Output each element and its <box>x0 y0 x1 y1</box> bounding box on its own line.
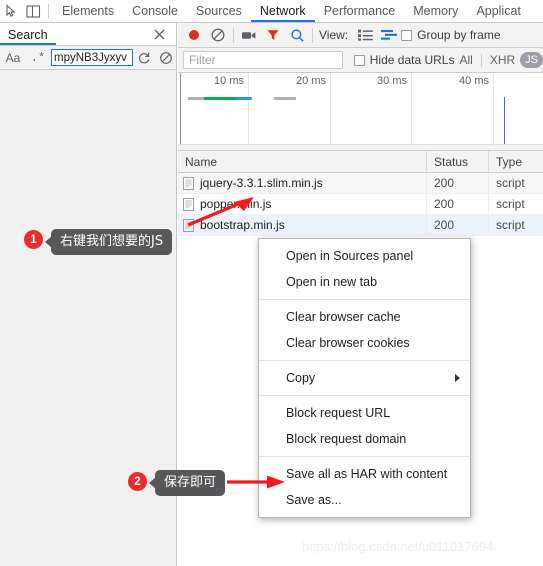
chevron-right-icon <box>455 374 460 382</box>
hide-data-urls-label: Hide data URLs <box>369 53 455 67</box>
request-status-cell: 200 <box>426 194 488 214</box>
list-view-icon[interactable] <box>353 24 377 46</box>
menu-item-copy-label: Copy <box>286 371 316 385</box>
search-input[interactable] <box>51 49 133 66</box>
type-filter-js[interactable]: JS <box>520 52 543 68</box>
menu-item-clear-browser-cookies[interactable]: Clear browser cookies <box>259 330 470 356</box>
overview-tick-40ms: 40 ms <box>459 75 489 87</box>
tab-console[interactable]: Console <box>123 0 187 22</box>
menu-item-block-request-url[interactable]: Block request URL <box>259 400 470 426</box>
filter-input[interactable] <box>183 51 343 69</box>
overview-gridline <box>493 73 494 150</box>
devtools-tab-bar: Elements Console Sources Network Perform… <box>0 0 543 23</box>
search-panel-title[interactable]: Search <box>0 23 56 45</box>
tabbar-divider <box>48 4 49 18</box>
refresh-icon[interactable] <box>133 48 155 68</box>
annotation-bubble-1: 右键我们想要的JS <box>51 229 173 255</box>
request-name-cell: jquery-3.3.1.slim.min.js <box>178 173 426 193</box>
menu-item-clear-browser-cache[interactable]: Clear browser cache <box>259 304 470 330</box>
search-icon[interactable] <box>285 24 309 46</box>
menu-separator <box>259 395 470 396</box>
clear-icon[interactable] <box>206 24 230 46</box>
request-type-cell: script <box>488 194 543 214</box>
type-filter-divider <box>480 53 482 67</box>
annotation-arrow-2 <box>227 472 289 492</box>
context-menu: Open in Sources panel Open in new tab Cl… <box>258 238 471 518</box>
overview-tick-30ms: 30 ms <box>377 75 407 87</box>
column-header-name[interactable]: Name <box>178 151 426 173</box>
filter-funnel-icon[interactable] <box>261 24 285 46</box>
menu-item-open-in-new-tab[interactable]: Open in new tab <box>259 269 470 295</box>
search-results-area <box>0 71 176 566</box>
toolbar-divider <box>233 27 234 43</box>
script-file-icon <box>183 176 194 190</box>
overview-tick-10ms: 10 ms <box>214 75 244 87</box>
table-row[interactable]: jquery-3.3.1.slim.min.js 200 script <box>178 173 543 194</box>
menu-separator <box>259 299 470 300</box>
annotation-badge-2: 2 <box>128 472 147 491</box>
type-filter-all[interactable]: All <box>454 53 477 67</box>
overview-left-boundary <box>180 73 181 150</box>
tab-memory[interactable]: Memory <box>404 0 467 22</box>
type-filter-xhr[interactable]: XHR <box>485 53 520 67</box>
menu-separator <box>259 456 470 457</box>
menu-separator <box>259 360 470 361</box>
view-label: View: <box>319 28 349 42</box>
request-type-cell: script <box>488 215 543 235</box>
watermark: https://blog.csdn.net/u011017694 <box>302 539 494 554</box>
tab-elements[interactable]: Elements <box>53 0 123 22</box>
annotation-bubble-2: 保存即可 <box>155 470 226 496</box>
request-type-cell: script <box>488 173 543 193</box>
request-status-cell: 200 <box>426 173 488 193</box>
network-filter-bar: Hide data URLs All XHR JS <box>178 48 543 73</box>
group-by-frame-checkbox[interactable] <box>401 29 413 41</box>
overview-gridline <box>411 73 412 150</box>
overview-gridline <box>330 73 331 150</box>
request-status-cell: 200 <box>426 215 488 235</box>
menu-item-block-request-domain[interactable]: Block request domain <box>259 426 470 452</box>
group-by-frame-label: Group by frame <box>417 28 501 42</box>
search-toolbar: Aa .* <box>0 46 176 70</box>
close-icon[interactable] <box>152 27 167 42</box>
overview-scrollband[interactable] <box>178 144 543 150</box>
regex-icon[interactable]: .* <box>26 51 50 65</box>
menu-item-save-as[interactable]: Save as... <box>259 487 470 513</box>
camera-icon[interactable] <box>237 24 261 46</box>
tab-application[interactable]: Applicat <box>467 0 529 22</box>
inspect-cursor-icon[interactable] <box>0 0 22 22</box>
overview-bar-segment <box>204 97 237 100</box>
column-header-type[interactable]: Type <box>488 150 543 173</box>
menu-item-save-all-as-har-with-content[interactable]: Save all as HAR with content <box>259 461 470 487</box>
network-toolbar: View: Group by frame <box>178 23 543 48</box>
network-overview-timeline[interactable]: 10 ms 20 ms 30 ms 40 ms <box>178 73 543 151</box>
menu-item-copy[interactable]: Copy <box>259 365 470 391</box>
clear-icon[interactable] <box>155 48 177 68</box>
overview-tick-20ms: 20 ms <box>296 75 326 87</box>
record-icon[interactable] <box>182 24 206 46</box>
tab-sources[interactable]: Sources <box>187 0 251 22</box>
match-case-icon[interactable]: Aa <box>0 51 26 65</box>
tab-performance[interactable]: Performance <box>315 0 405 22</box>
request-name-text: jquery-3.3.1.slim.min.js <box>200 175 323 190</box>
overview-gridline <box>248 73 249 150</box>
waterfall-view-icon[interactable] <box>377 24 401 46</box>
overview-bar-segment <box>274 97 296 100</box>
search-panel-header: Search <box>0 23 176 46</box>
column-header-status[interactable]: Status <box>426 150 488 173</box>
hide-data-urls-checkbox[interactable] <box>353 54 365 66</box>
overview-event-marker <box>504 97 505 144</box>
toolbar-divider-2 <box>312 27 313 43</box>
overview-bar-segment <box>236 97 252 100</box>
tab-network[interactable]: Network <box>251 0 315 22</box>
device-toolbar-icon[interactable] <box>22 0 44 22</box>
table-header-row: Name Status Type <box>178 150 543 173</box>
menu-item-open-in-sources-panel[interactable]: Open in Sources panel <box>259 243 470 269</box>
annotation-badge-1: 1 <box>24 230 43 249</box>
annotation-arrow-1 <box>186 196 256 228</box>
